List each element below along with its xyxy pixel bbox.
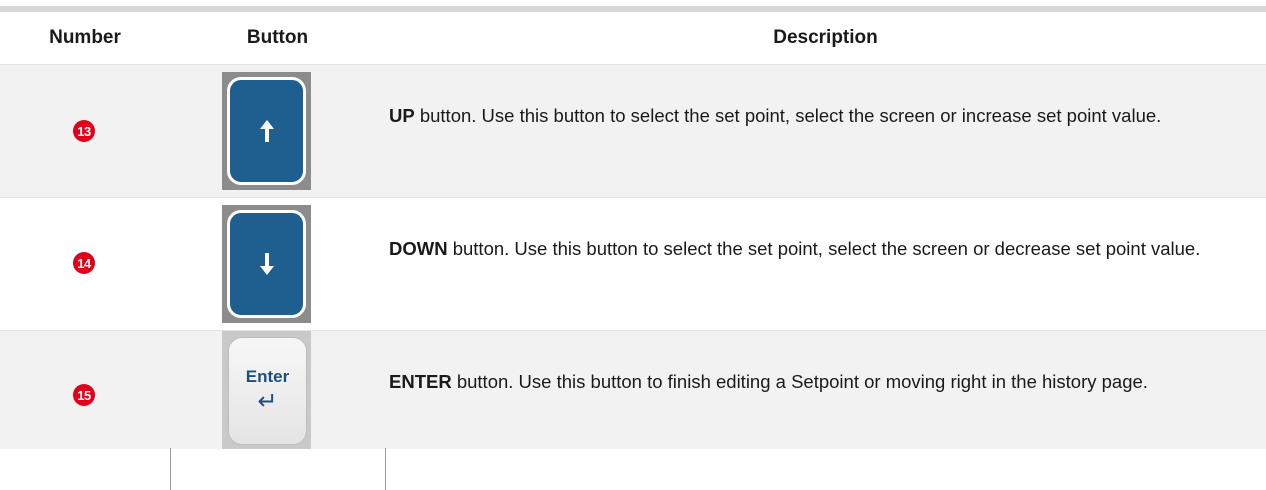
description-text: button. Use this button to finish editin…	[451, 371, 1148, 392]
column-divider	[385, 448, 386, 490]
up-button-image	[222, 72, 311, 190]
down-key	[227, 210, 306, 318]
key-name: UP	[389, 105, 415, 126]
enter-button-image: Enter ↵	[222, 331, 311, 449]
column-divider	[170, 448, 171, 490]
description-text: button. Use this button to select the se…	[414, 105, 1162, 126]
row-description: DOWN button. Use this button to select t…	[389, 232, 1249, 265]
row-description: UP button. Use this button to select the…	[389, 99, 1249, 132]
header-description: Description	[773, 27, 878, 48]
number-badge: 13	[73, 120, 95, 142]
table-row: 13 UP button. Use this button to select …	[0, 64, 1266, 197]
header-button: Button	[246, 27, 309, 48]
table-row: 15 Enter ↵ ENTER button. Use this button…	[0, 330, 1266, 449]
down-button-image	[222, 205, 311, 323]
key-name: DOWN	[389, 238, 448, 259]
enter-key-label: Enter	[245, 367, 290, 386]
enter-arrow-icon: ↵	[257, 388, 278, 415]
arrow-down-icon	[259, 253, 274, 275]
table-header: Number Button Description	[0, 12, 1266, 64]
number-badge: 15	[73, 384, 95, 406]
header-number: Number	[49, 27, 121, 48]
enter-key: Enter ↵	[228, 337, 307, 445]
up-key	[227, 77, 306, 185]
table-row: 14 DOWN button. Use this button to selec…	[0, 197, 1266, 330]
description-text: button. Use this button to select the se…	[447, 238, 1201, 259]
row-description: ENTER button. Use this button to finish …	[389, 365, 1249, 398]
arrow-up-icon	[259, 120, 274, 142]
number-badge: 14	[73, 252, 95, 274]
key-name: ENTER	[389, 371, 452, 392]
